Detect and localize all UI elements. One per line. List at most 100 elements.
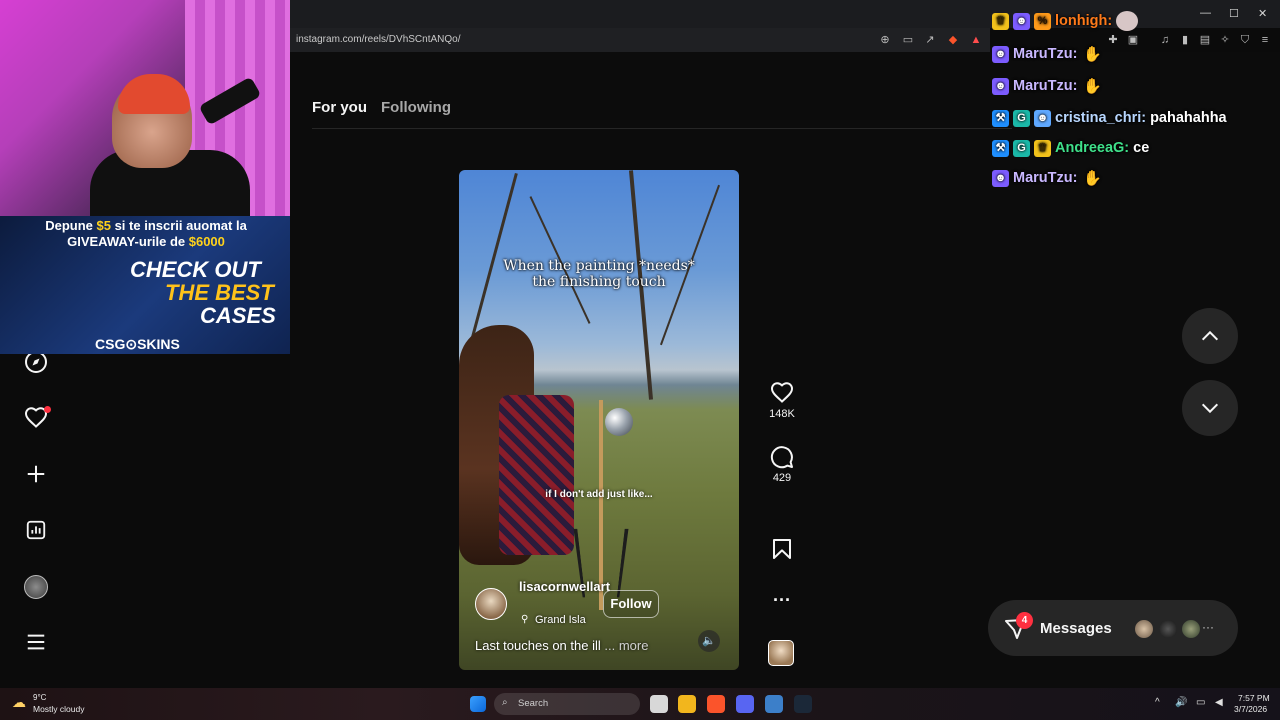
reel-person-shirt [499, 395, 574, 555]
mask-badge-icon: ☻ [1013, 12, 1030, 30]
dashboard-icon[interactable] [22, 516, 50, 544]
brave-browser-icon[interactable] [707, 695, 725, 713]
taskbar-search[interactable] [494, 693, 640, 715]
chat-username: cristina_chri: [1055, 110, 1147, 126]
profile-avatar[interactable] [24, 575, 48, 599]
speaker-icon[interactable]: ◀ [1215, 697, 1223, 708]
more-link[interactable]: ... more [604, 638, 648, 653]
comment-count: 429 [772, 472, 792, 484]
save-action[interactable] [765, 537, 799, 561]
close-window-button[interactable]: ✕ [1258, 7, 1267, 20]
next-reel-button[interactable] [1182, 380, 1238, 436]
chat-message: ⚒ G ☻ cristina_chri: pahahahha [992, 107, 1227, 129]
tray-overflow-icon[interactable]: ^ [1155, 697, 1160, 708]
discord-icon[interactable] [736, 695, 754, 713]
windows-start-icon[interactable] [470, 696, 486, 712]
weather-cloud-icon[interactable]: ☁ [12, 694, 26, 711]
tab-for-you[interactable]: For you [312, 99, 367, 116]
location-pin-icon: ⚲ [521, 614, 529, 625]
promo-text: Depune $5 si te inscrii auomat la GIVEAW… [8, 218, 284, 250]
taskbar-search-label: Search [518, 698, 549, 709]
folder-icon[interactable] [678, 695, 696, 713]
reel-description[interactable]: Last touches on the ill ... more [475, 638, 648, 653]
clock-time[interactable]: 7:57 PM [1238, 693, 1270, 703]
like-action[interactable]: 148K [765, 381, 799, 420]
network-icon[interactable]: ▭ [1196, 697, 1205, 708]
steam-icon[interactable] [794, 695, 812, 713]
heart-icon[interactable] [770, 381, 794, 405]
message-avatar [1133, 618, 1155, 640]
menu-icon[interactable]: ≡ [1258, 33, 1272, 47]
messages-more-icon[interactable]: ··· [1202, 620, 1214, 634]
bookmark-icon[interactable] [770, 537, 794, 561]
share-icon[interactable]: ↗ [923, 33, 937, 47]
windows-taskbar [0, 688, 1280, 720]
chat-username: MaruTzu: [1013, 78, 1078, 94]
mask-badge-icon: ☻ [992, 45, 1009, 63]
music-icon[interactable]: ♫ [1158, 33, 1172, 47]
url-text[interactable]: instagram.com/reels/DVhSCntANQo/ [296, 34, 461, 45]
cast-icon[interactable]: ▭ [901, 33, 915, 47]
tab-following[interactable]: Following [381, 99, 451, 116]
reel-author-username[interactable]: lisacornwellart [519, 578, 610, 595]
sidebar-toggle-icon[interactable]: ▮ [1178, 33, 1192, 47]
promo-text-a: Depune [45, 218, 97, 233]
brave-shield-icon[interactable]: ◆ [946, 33, 960, 47]
gg-badge-icon: G [1013, 109, 1030, 127]
previous-reel-button[interactable] [1182, 308, 1238, 364]
audio-thumbnail[interactable] [768, 640, 794, 666]
mask-badge-icon: ☻ [1034, 109, 1051, 127]
chat-username: AndreeaG: [1055, 140, 1130, 156]
reel-chrome-ball [605, 408, 633, 436]
weather-temperature[interactable]: 9°C [33, 693, 46, 702]
zoom-icon[interactable]: ⊕ [878, 33, 892, 47]
mask-badge-icon: ☻ [992, 77, 1009, 95]
maximize-button[interactable]: ☐ [1229, 7, 1239, 20]
screenshot-icon[interactable]: ▣ [1126, 33, 1140, 47]
hammer-badge-icon: ⚒ [992, 109, 1009, 127]
message-avatar [1157, 618, 1179, 640]
streamer-cap [118, 74, 190, 114]
chevron-up-icon [1201, 330, 1219, 341]
mask-badge-icon: ☻ [992, 169, 1009, 187]
file-explorer-icon[interactable] [650, 695, 668, 713]
more-menu-icon[interactable] [22, 628, 50, 656]
tabs-divider [312, 128, 1012, 129]
chat-username: lonhigh: [1055, 13, 1113, 29]
hammer-badge-icon: ⚒ [992, 139, 1009, 157]
chat-message: ♛ ☻ % lonhigh: [992, 10, 1139, 32]
chat-message: ☻ MaruTzu: ✋ [992, 75, 1103, 97]
brave-rewards-icon[interactable]: ▲ [969, 33, 983, 47]
mute-button[interactable]: 🔈 [698, 630, 720, 652]
comment-action[interactable]: 429 [765, 445, 799, 484]
minimize-button[interactable]: — [1200, 7, 1211, 19]
create-plus-icon[interactable] [22, 460, 50, 488]
leo-ai-icon[interactable]: ✧ [1218, 33, 1232, 47]
volume-icon[interactable]: 🔊 [1175, 697, 1187, 708]
vpn-icon[interactable]: ⛉ [1238, 33, 1252, 47]
reel-overlay-caption: When the painting *needs* the finishing … [503, 258, 695, 290]
gg-badge-icon: G [1013, 139, 1030, 157]
chat-username: MaruTzu: [1013, 46, 1078, 62]
chat-text: pahahahha [1150, 110, 1227, 126]
praying-hands-emote-icon: ✋ [1083, 46, 1102, 63]
extensions-icon[interactable]: ✚ [1106, 33, 1120, 47]
promo-amount-2: $6000 [188, 234, 225, 249]
reel-description-text: Last touches on the ill [475, 638, 601, 653]
reel-author-avatar[interactable] [475, 588, 507, 620]
wallet-icon[interactable]: ▤ [1198, 33, 1212, 47]
comment-icon[interactable] [770, 445, 794, 469]
avatar-emote-icon [1116, 11, 1139, 31]
calculator-icon[interactable] [765, 695, 783, 713]
promo-cases: CASES [200, 303, 276, 328]
follow-button[interactable]: Follow [603, 590, 659, 618]
more-options-icon[interactable]: ··· [765, 590, 799, 611]
weather-description[interactable]: Mostly cloudy [33, 704, 85, 714]
promo-brand-logo: CSG⊙SKINS [95, 336, 180, 352]
clock-date[interactable]: 3/7/2026 [1234, 704, 1267, 714]
reel-location[interactable]: Grand Isla [535, 614, 586, 626]
chat-text: ce [1133, 140, 1150, 156]
promo-text-c: GIVEAWAY-urile de [67, 234, 189, 249]
chat-username: MaruTzu: [1013, 170, 1078, 186]
praying-hands-emote-icon: ✋ [1083, 170, 1102, 187]
